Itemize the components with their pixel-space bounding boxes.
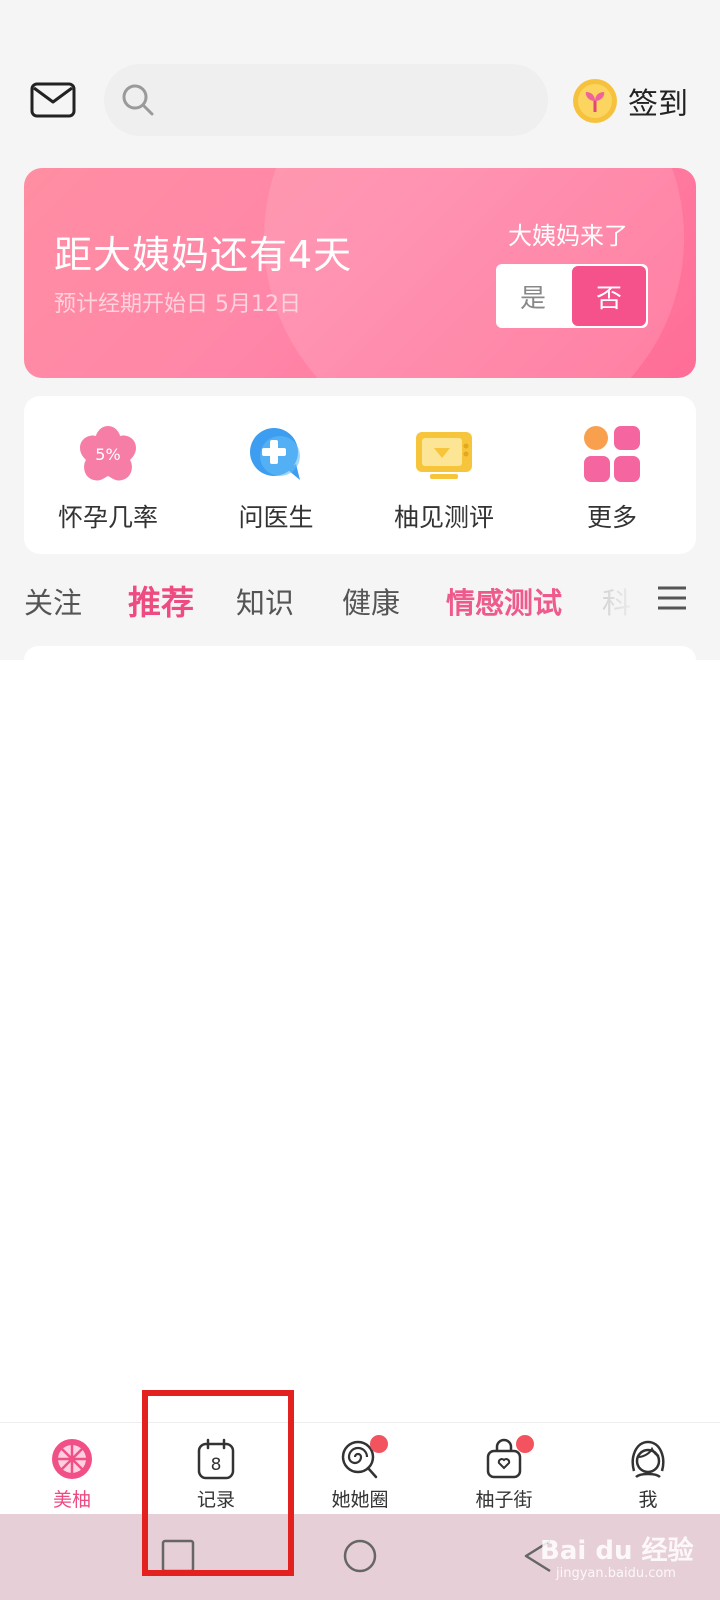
nav-me[interactable]: 我 [576,1423,720,1514]
tool-more[interactable]: 更多 [528,396,696,554]
nav-circle[interactable]: 她她圈 [288,1423,432,1514]
tv-review-icon [416,432,472,479]
nav-label: 柚子街 [475,1489,533,1511]
quick-tools: 5% 怀孕几率 问医生 柚见测评 更多 [24,396,696,554]
notification-dot [516,1435,534,1453]
search-icon [122,84,154,116]
meiyou-grapefruit-icon [52,1439,92,1479]
period-countdown-card[interactable]: 距大姨妈还有4天 预计经期开始日 5月12日 大姨妈来了 是 否 [24,168,696,378]
tab-emotion-test[interactable]: 情感测试 [446,580,562,622]
signin-label: 签到 [628,87,688,122]
nav-label: 美柚 [52,1489,91,1511]
tool-pregnancy-chance[interactable]: 5% 怀孕几率 [24,396,192,554]
tab-fade-overlay [596,572,656,628]
nav-label: 她她圈 [331,1489,389,1511]
bottom-navigation: 美柚 8 记录 她她圈 柚子街 我 [0,1422,720,1514]
feed-tabs: 关注 推荐 知识 健康 情感测试 科 [0,572,720,628]
menu-icon[interactable] [656,582,688,614]
period-arrived-label: 大姨妈来了 [508,222,628,250]
period-countdown-title: 距大姨妈还有4天 [54,233,353,277]
grid-more-icon [584,426,640,482]
tool-ask-doctor[interactable]: 问医生 [192,396,360,554]
tab-recommend[interactable]: 推荐 [128,576,194,624]
highlight-box [142,1390,294,1576]
period-no-option[interactable]: 否 [572,266,646,326]
gold-coin-icon [573,79,617,123]
signin-button[interactable]: 签到 [572,76,688,126]
tab-health[interactable]: 健康 [342,580,400,622]
tab-knowledge[interactable]: 知识 [236,580,294,622]
watermark-brand: Bai du 经验 [540,1536,694,1566]
tool-label: 柚见测评 [393,503,494,532]
notification-dot [370,1435,388,1453]
search-bar[interactable] [104,64,548,136]
tool-label: 怀孕几率 [57,503,158,532]
tool-review[interactable]: 柚见测评 [360,396,528,554]
period-expected-date: 预计经期开始日 5月12日 [54,292,301,317]
search-input[interactable] [166,78,526,122]
nav-label: 我 [638,1489,658,1511]
period-yes-option[interactable]: 是 [496,264,570,328]
user-face-icon [631,1440,665,1479]
doctor-chat-icon [250,428,300,480]
home-icon[interactable] [342,1538,378,1574]
nav-shop[interactable]: 柚子街 [432,1423,576,1514]
mail-icon[interactable] [30,82,76,118]
tool-badge: 5% [95,445,120,464]
flower-percent-icon: 5% [80,426,136,481]
feed-content [24,646,696,1406]
tool-label: 问医生 [238,503,314,532]
tab-follow[interactable]: 关注 [24,580,82,622]
tool-label: 更多 [586,503,637,532]
watermark-url: jingyan.baidu.com [556,1566,676,1581]
nav-meiyou[interactable]: 美柚 [0,1423,144,1514]
period-arrived-toggle[interactable]: 是 否 [496,264,648,328]
